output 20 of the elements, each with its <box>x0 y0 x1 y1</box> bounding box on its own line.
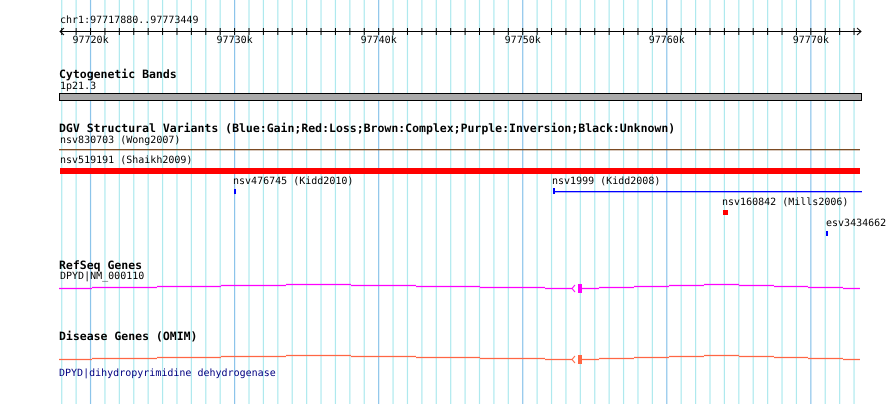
variant-label: nsv830703 (Wong2007) <box>60 135 180 147</box>
tick-label: 97740k <box>360 35 398 47</box>
variant-label: nsv160842 (Mills2006) <box>722 197 848 209</box>
track-title: Cytogenetic Bands <box>59 67 177 81</box>
tick-label: 97720k <box>71 35 110 47</box>
band-label: 1p21.3 <box>60 81 96 93</box>
variant-label: nsv1999 (Kidd2008) <box>552 176 660 188</box>
variant-label: nsv476745 (Kidd2010) <box>233 176 354 188</box>
tick-label: 97730k <box>216 35 254 47</box>
tick-label: 97750k <box>504 35 542 47</box>
gene-label: DPYD|dihydropyrimidine dehydrogenase <box>59 368 276 380</box>
tick-label: 97760k <box>648 35 686 47</box>
gene-label: DPYD|NM_000110 <box>60 271 144 283</box>
location-label: chr1:97717880..97773449 <box>60 15 198 27</box>
variant-label: esv3434662 <box>826 218 886 230</box>
track-title: DGV Structural Variants (Blue:Gain;Red:Loss;Brown:Complex;Purple:Inversion;Black:Unknown) <box>59 121 676 135</box>
tick-label: 97770k <box>792 35 830 47</box>
track-title: Disease Genes (OMIM) <box>59 329 198 343</box>
track-title: RefSeq Genes <box>59 258 142 272</box>
variant-label: nsv519191 (Shaikh2009) <box>60 155 192 167</box>
